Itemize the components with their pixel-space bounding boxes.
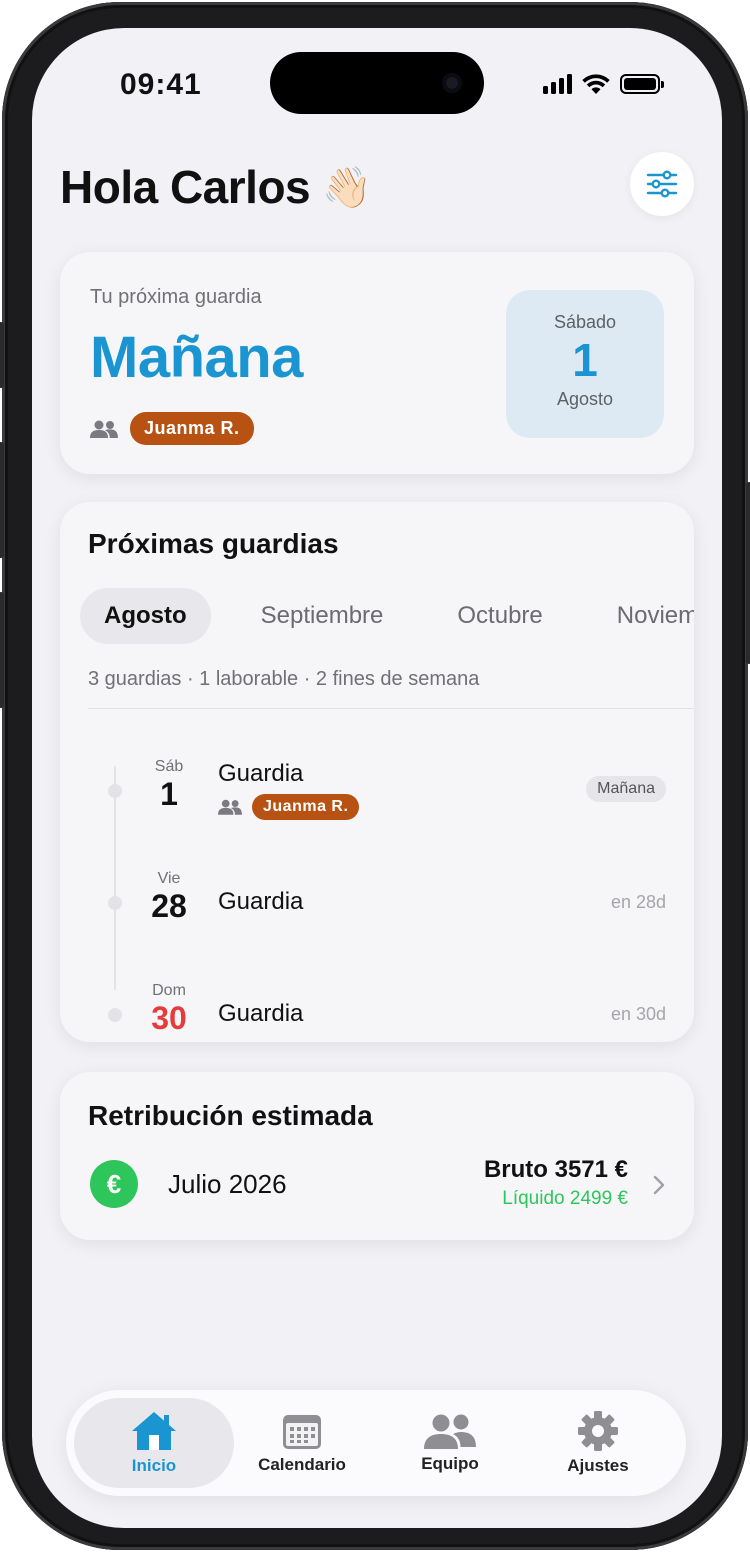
home-icon <box>132 1412 176 1450</box>
net-amount: Líquido 2499 € <box>502 1188 628 1209</box>
tab-label: Ajustes <box>567 1456 629 1475</box>
shift-row[interactable]: Sáb 1 Guardia Juanma R. Mañana <box>60 752 694 832</box>
tab-septiembre[interactable]: Septiembre <box>237 588 408 644</box>
euro-icon: € <box>90 1160 138 1208</box>
tab-label: Inicio <box>131 1456 177 1475</box>
next-shift-day: 1 <box>572 334 598 386</box>
dynamic-island <box>270 52 484 114</box>
partner-pill: Juanma R. <box>252 794 360 820</box>
shift-title: Guardia <box>218 760 304 787</box>
shift-title: Guardia <box>218 1000 304 1027</box>
next-shift-day-of-week: Sábado <box>553 312 617 332</box>
calendar-icon <box>283 1415 321 1449</box>
shift-day: 28 <box>151 888 187 924</box>
greeting-text: Hola Carlos <box>60 161 311 213</box>
cellular-signal-icon <box>543 74 572 94</box>
retribution-card[interactable]: Retribución estimada € Julio 2026 Bruto … <box>60 1072 694 1240</box>
shift-day: 1 <box>160 776 178 812</box>
month-tabs: Agosto Septiembre Octubre Noviembre <box>80 588 694 644</box>
screen: 09:41 Hola Carlos 👋🏻 Tu próxima guardia … <box>32 28 722 1528</box>
chevron-right-icon <box>653 1175 665 1195</box>
tab-ajustes[interactable]: Ajustes <box>518 1398 678 1488</box>
waving-hand-icon: 👋🏻 <box>322 165 372 210</box>
tab-label: Equipo <box>421 1454 479 1473</box>
volume-down-button <box>0 592 4 708</box>
power-button <box>746 482 750 664</box>
tab-inicio[interactable]: Inicio <box>74 1398 234 1488</box>
next-shift-when: Mañana <box>90 325 303 390</box>
tab-calendario[interactable]: Calendario <box>222 1398 382 1488</box>
next-shift-partner: Juanma R. <box>90 412 254 445</box>
action-button <box>0 322 4 388</box>
status-time: 09:41 <box>120 68 202 101</box>
sliders-icon <box>646 170 678 198</box>
battery-icon <box>620 74 664 94</box>
upcoming-title: Próximas guardias <box>88 528 339 559</box>
shift-tag: Mañana <box>586 776 666 802</box>
people-icon <box>90 420 118 438</box>
shift-relative-time: en 30d <box>610 1004 666 1024</box>
next-shift-label: Tu próxima guardia <box>90 286 262 308</box>
shift-day-of-week: Dom <box>152 982 186 999</box>
shift-day-of-week: Sáb <box>154 758 184 775</box>
tab-noviembre[interactable]: Noviembre <box>593 588 694 644</box>
retribution-title: Retribución estimada <box>88 1100 373 1131</box>
next-shift-card[interactable]: Tu próxima guardia Mañana Juanma R. Sába… <box>60 252 694 474</box>
shift-row[interactable]: Vie 28 Guardia en 28d <box>60 864 694 944</box>
timeline-dot <box>108 1008 122 1022</box>
tab-equipo[interactable]: Equipo <box>370 1398 530 1488</box>
divider <box>88 708 694 709</box>
shift-title: Guardia <box>218 888 304 915</box>
retribution-month: Julio 2026 <box>168 1169 287 1199</box>
timeline-dot <box>108 896 122 910</box>
shift-day: 30 <box>151 1000 187 1036</box>
shift-partner: Juanma R. <box>218 794 360 820</box>
camera-icon <box>442 73 462 93</box>
phone-frame: 09:41 Hola Carlos 👋🏻 Tu próxima guardia … <box>0 2 750 1550</box>
month-summary: 3 guardias · 1 laborable · 2 fines de se… <box>88 668 480 690</box>
volume-up-button <box>0 442 4 558</box>
shift-day-of-week: Vie <box>157 870 181 887</box>
greeting-heading: Hola Carlos 👋🏻 <box>60 160 372 214</box>
filter-button[interactable] <box>630 152 694 216</box>
tab-octubre[interactable]: Octubre <box>433 588 566 644</box>
team-icon <box>424 1414 476 1449</box>
retribution-amounts: Bruto 3571 € Líquido 2499 € <box>484 1156 628 1210</box>
shift-relative-time: en 28d <box>610 892 666 912</box>
tab-agosto[interactable]: Agosto <box>80 588 211 644</box>
status-icons <box>543 74 664 94</box>
partner-pill: Juanma R. <box>130 412 254 445</box>
tab-bar: Inicio Calendario Equipo Ajustes <box>66 1390 686 1496</box>
gross-amount: Bruto 3571 € <box>483 1156 628 1183</box>
people-icon <box>218 799 242 815</box>
wifi-icon <box>582 74 610 94</box>
shift-row[interactable]: Dom 30 Guardia en 30d <box>60 976 694 1042</box>
next-shift-month: Agosto <box>556 389 614 409</box>
upcoming-shifts-card: Próximas guardias Agosto Septiembre Octu… <box>60 502 694 1042</box>
timeline-dot <box>108 784 122 798</box>
gear-icon <box>578 1411 618 1451</box>
next-shift-date-box: Sábado 1 Agosto <box>506 290 664 438</box>
tab-label: Calendario <box>258 1455 346 1474</box>
